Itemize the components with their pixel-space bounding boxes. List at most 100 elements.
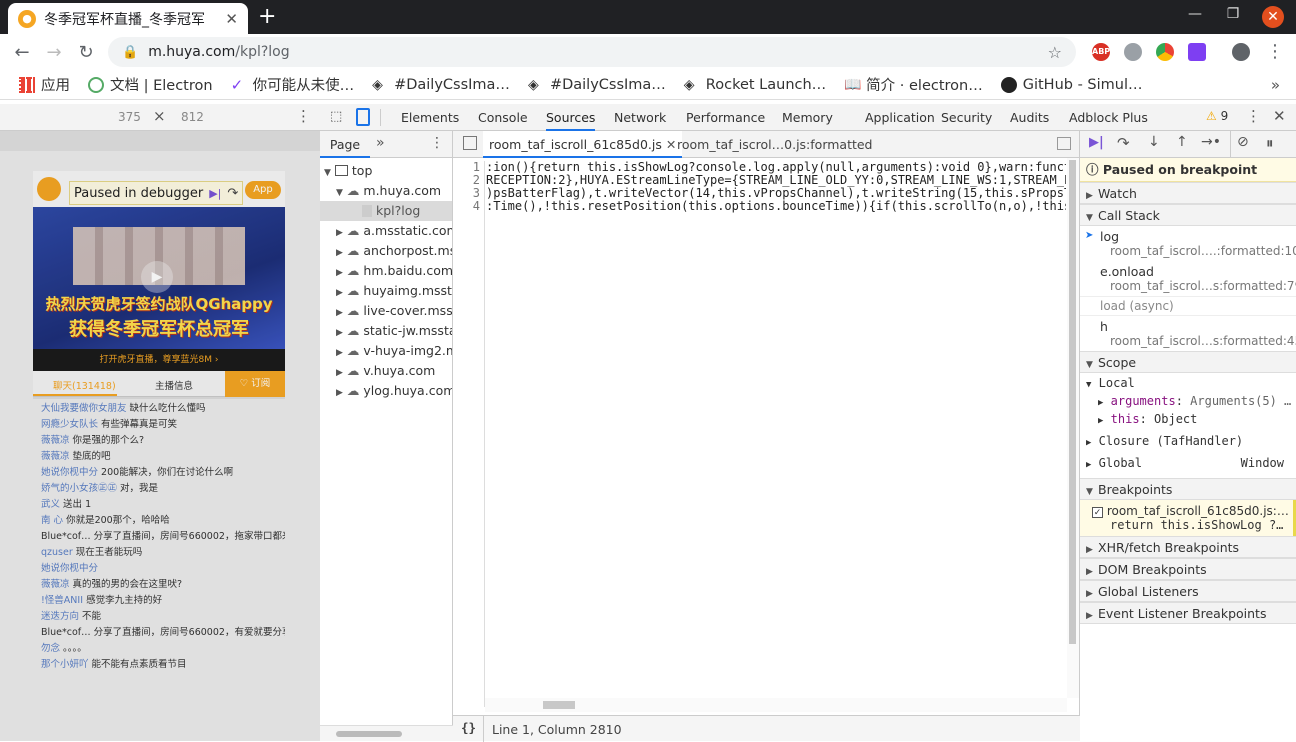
device-width[interactable]: 375 bbox=[118, 110, 141, 124]
extension-circle-icon[interactable] bbox=[1124, 43, 1142, 61]
bookmark-rocket-launch[interactable]: ◈ Rocket Launch… bbox=[675, 77, 835, 93]
bookmark-dailycss-2[interactable]: ◈ #DailyCssIma… bbox=[519, 77, 675, 93]
tree-domain[interactable]: ▶ ☁ v.huya.com bbox=[320, 361, 452, 381]
adblock-extension-icon[interactable]: ABP bbox=[1092, 43, 1110, 61]
breakpoints-section[interactable]: ▼ Breakpoints bbox=[1080, 478, 1296, 500]
extension-purple-icon[interactable] bbox=[1188, 43, 1206, 61]
devtools-tab-performance[interactable]: Performance bbox=[686, 104, 765, 131]
chrome-menu-icon[interactable]: ⋮ bbox=[1266, 41, 1284, 62]
devtools-tab-application[interactable]: Application bbox=[865, 104, 935, 131]
devtools-tab-network[interactable]: Network bbox=[614, 104, 666, 131]
devtools-tab-security[interactable]: Security bbox=[941, 104, 992, 131]
inspect-element-icon[interactable]: ⬚ bbox=[330, 109, 342, 124]
frame-function: log bbox=[1100, 229, 1120, 244]
global-listeners-section[interactable]: ▶ Global Listeners bbox=[1080, 580, 1296, 602]
call-frame[interactable]: e.onload room_taf_iscrol…s:formatted:79 bbox=[1080, 261, 1296, 296]
scroll-thumb[interactable] bbox=[543, 701, 575, 709]
tree-domain[interactable]: ▶ ☁ static-jw.msstatic.com bbox=[320, 321, 452, 341]
toggle-debugger-icon[interactable] bbox=[1057, 137, 1071, 150]
close-tab-icon[interactable]: ✕ bbox=[225, 10, 238, 28]
step-out-icon[interactable]: ↑ bbox=[1176, 134, 1188, 150]
scope-this[interactable]: ▶ this: Object bbox=[1086, 411, 1296, 429]
minimize-icon[interactable]: — bbox=[1183, 6, 1207, 22]
breakpoint-checkbox[interactable]: ✓ bbox=[1092, 507, 1103, 518]
more-bookmarks-icon[interactable]: » bbox=[1271, 76, 1296, 94]
devtools-tab-sources[interactable]: Sources bbox=[546, 104, 596, 131]
tree-domain[interactable]: ▶ ☁ huyaimg.msstatic.com bbox=[320, 281, 452, 301]
tab-page[interactable]: Page bbox=[320, 131, 370, 158]
editor-hscrollbar[interactable] bbox=[485, 698, 1067, 712]
event-listener-breakpoints-section[interactable]: ▶ Event Listener Breakpoints bbox=[1080, 602, 1296, 624]
tree-domain[interactable]: ▶ ☁ anchorpost.msstatic.com bbox=[320, 241, 452, 261]
forward-arrow-icon[interactable]: → bbox=[42, 42, 66, 63]
step-into-icon[interactable]: ↓ bbox=[1148, 134, 1160, 150]
scope-closure[interactable]: ▶ Closure (TafHandler) bbox=[1086, 429, 1296, 451]
new-tab-button[interactable]: + bbox=[258, 4, 276, 29]
bookmark-vue[interactable]: ✓ 你可能从未使… bbox=[222, 74, 364, 95]
warnings-badge[interactable]: ⚠ 9 bbox=[1206, 109, 1228, 123]
scope-local[interactable]: ▼ Local bbox=[1086, 375, 1296, 393]
reload-icon[interactable]: ↻ bbox=[74, 42, 98, 63]
bookmark-electron-intro[interactable]: 📖 简介 · electron… bbox=[835, 74, 992, 95]
device-menu-icon[interactable]: ⋮ bbox=[296, 107, 311, 125]
pretty-print-button[interactable]: {} bbox=[461, 720, 476, 735]
editor-vscrollbar[interactable] bbox=[1067, 158, 1079, 698]
xhr-breakpoints-section[interactable]: ▶ XHR/fetch Breakpoints bbox=[1080, 536, 1296, 558]
tree-domain[interactable]: ▶ ☁ a.msstatic.com bbox=[320, 221, 452, 241]
tree-domain[interactable]: ▶ ☁ ylog.huya.com bbox=[320, 381, 452, 401]
scroll-thumb[interactable] bbox=[336, 731, 402, 737]
star-bookmark-icon[interactable]: ☆ bbox=[1048, 43, 1062, 62]
devtools-tab-elements[interactable]: Elements bbox=[401, 104, 459, 131]
scope-arguments[interactable]: ▶ arguments: Arguments(5) … bbox=[1086, 393, 1296, 411]
tree-host[interactable]: ▼ ☁ m.huya.com bbox=[320, 181, 452, 201]
editor-tab-formatted[interactable]: room_taf_iscrol…0.js:formatted bbox=[677, 131, 873, 158]
bookmark-electron-docs[interactable]: 文档 | Electron bbox=[79, 74, 222, 95]
code-lines[interactable]: :ion(){return this.isShowLog?console.log… bbox=[486, 161, 1066, 707]
scroll-thumb[interactable] bbox=[1069, 160, 1076, 644]
navigator-hscrollbar[interactable] bbox=[320, 725, 453, 741]
line-number[interactable]: 4 bbox=[453, 200, 480, 213]
close-window-button[interactable]: ✕ bbox=[1262, 6, 1284, 28]
address-bar[interactable]: 🔒 m.huya.com/kpl?log ☆ bbox=[108, 37, 1076, 67]
step-icon[interactable]: →• bbox=[1201, 134, 1221, 150]
bookmark-github[interactable]: GitHub - Simul… bbox=[992, 76, 1152, 93]
tree-file-selected[interactable]: kpl?log bbox=[320, 201, 452, 221]
code-line[interactable]: :Time(),!this.resetPosition(this.options… bbox=[486, 200, 1066, 213]
tree-domain[interactable]: ▶ ☁ live-cover.msstatic.com bbox=[320, 301, 452, 321]
device-toggle-icon[interactable] bbox=[356, 108, 370, 126]
profile-avatar-icon[interactable] bbox=[1232, 43, 1250, 61]
browser-tab[interactable]: ● 冬季冠军杯直播_冬季冠军 ✕ bbox=[8, 3, 248, 34]
resume-icon[interactable]: ▶| bbox=[1089, 135, 1104, 150]
close-devtools-icon[interactable]: ✕ bbox=[1273, 107, 1286, 125]
toggle-navigator-icon[interactable] bbox=[463, 136, 477, 150]
tree-domain[interactable]: ▶ ☁ hm.baidu.com bbox=[320, 261, 452, 281]
call-frame[interactable]: h room_taf_iscrol…s:formatted:45 bbox=[1080, 316, 1296, 351]
devtools-menu-icon[interactable]: ⋮ bbox=[1246, 107, 1261, 125]
editor-tab-active[interactable]: room_taf_iscroll_61c85d0.js ✕ bbox=[483, 131, 683, 158]
devtools-tab-audits[interactable]: Audits bbox=[1010, 104, 1049, 131]
tree-domain[interactable]: ▶ ☁ v-huya-img2.msstatic.com bbox=[320, 341, 452, 361]
restore-icon[interactable]: ❐ bbox=[1221, 6, 1245, 22]
scope-section[interactable]: ▼ Scope bbox=[1080, 351, 1296, 373]
call-stack-section[interactable]: ▼ Call Stack bbox=[1080, 204, 1296, 226]
extension-colorful-icon[interactable] bbox=[1156, 43, 1174, 61]
devtools-tab-adblock-plus[interactable]: Adblock Plus bbox=[1069, 104, 1148, 131]
back-arrow-icon[interactable]: ← bbox=[10, 42, 34, 63]
device-height[interactable]: 812 bbox=[181, 110, 204, 124]
step-over-icon[interactable]: ↷ bbox=[1117, 134, 1130, 152]
deactivate-breakpoints-icon[interactable]: ⊘ bbox=[1237, 134, 1249, 150]
breakpoint-item[interactable]: ✓ room_taf_iscroll_61c85d0.js:… return t… bbox=[1080, 500, 1296, 536]
bookmark-dailycss-1[interactable]: ◈ #DailyCssIma… bbox=[363, 77, 519, 93]
scope-global[interactable]: ▶ Global Window bbox=[1086, 451, 1296, 473]
close-tab-icon[interactable]: ✕ bbox=[666, 137, 676, 152]
devtools-tab-console[interactable]: Console bbox=[478, 104, 528, 131]
devtools-tab-memory[interactable]: Memory bbox=[782, 104, 833, 131]
pause-exceptions-icon[interactable]: ⏸ bbox=[1266, 134, 1274, 152]
bookmark-apps[interactable]: 应用 bbox=[10, 74, 79, 95]
navigator-menu-icon[interactable]: ⋮ bbox=[430, 135, 444, 151]
more-tabs-icon[interactable]: » bbox=[376, 135, 385, 151]
call-frame[interactable]: ➤ log room_taf_iscrol….:formatted:108 bbox=[1080, 226, 1296, 261]
dom-breakpoints-section[interactable]: ▶ DOM Breakpoints bbox=[1080, 558, 1296, 580]
watch-section[interactable]: ▶ Watch bbox=[1080, 182, 1296, 204]
tree-top[interactable]: ▼ top bbox=[320, 161, 452, 181]
